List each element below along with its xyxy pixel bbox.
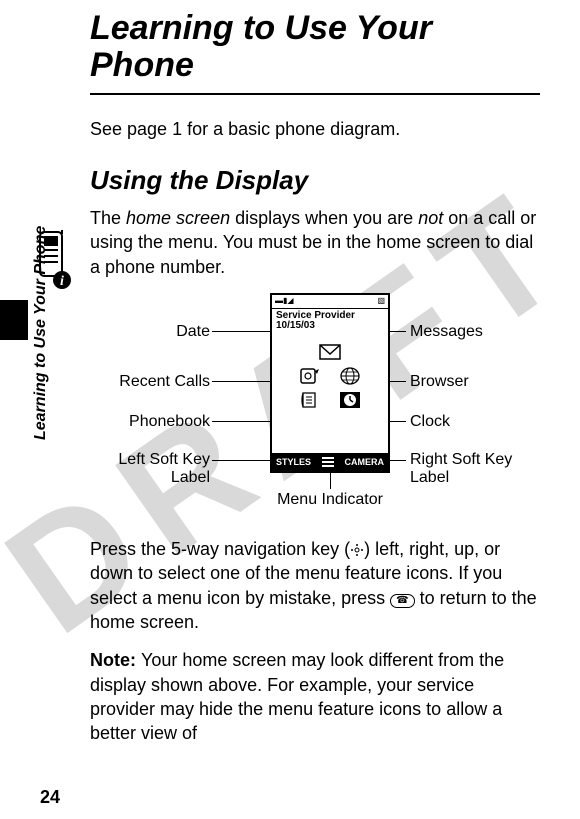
right-softkey-label: CAMERA — [344, 456, 384, 468]
phone-screen: ▬▮◢ ▧ Service Provider 10/15/03 — [270, 293, 390, 473]
title-rule — [90, 93, 540, 95]
note-label: Note: — [90, 650, 141, 670]
paragraph-home-screen: The home screen displays when you are no… — [90, 206, 540, 279]
battery-icon: ▧ — [377, 296, 385, 307]
paragraph-navigation: Press the 5-way navigation key () left, … — [90, 537, 540, 634]
end-key-icon: ☎ — [390, 594, 414, 608]
callout-date: Date — [130, 323, 210, 341]
nav-key-icon — [350, 539, 364, 559]
text-fragment: Label — [410, 469, 449, 486]
left-softkey-label: STYLES — [276, 456, 311, 468]
icon-row-messages — [272, 343, 388, 361]
chapter-title: Learning to Use Your Phone — [90, 10, 540, 85]
status-bar: ▬▮◢ ▧ — [272, 295, 388, 309]
text-fragment: Press the 5-way navigation key ( — [90, 539, 350, 559]
phonebook-icon — [299, 391, 321, 409]
callout-menu-indicator: Menu Indicator — [270, 491, 390, 509]
menu-indicator-icon — [322, 457, 334, 467]
page-number: 24 — [40, 785, 60, 809]
callout-recent-calls: Recent Calls — [90, 373, 210, 391]
callout-messages: Messages — [410, 323, 483, 341]
section-title: Using the Display — [90, 163, 540, 198]
note-body: Your home screen may look different from… — [90, 650, 504, 743]
callout-browser: Browser — [410, 373, 469, 391]
callout-left-softkey: Left Soft Key Label — [90, 451, 210, 486]
lead-line — [212, 331, 270, 332]
screen-date: 10/15/03 — [272, 321, 388, 333]
home-screen-diagram: Date Recent Calls Phonebook Left Soft Ke… — [90, 293, 550, 523]
text-fragment: Left Soft Key — [118, 451, 210, 468]
text-fragment: The — [90, 208, 126, 228]
intro-text: See page 1 for a basic phone diagram. — [90, 117, 540, 141]
icon-row-bottom — [272, 391, 388, 409]
lead-line — [212, 460, 270, 461]
text-fragment: Right Soft Key — [410, 451, 512, 468]
icon-row-middle — [272, 367, 388, 385]
lead-line — [390, 460, 406, 461]
text-fragment: displays when you are — [230, 208, 418, 228]
clock-icon — [339, 391, 361, 409]
browser-icon — [339, 367, 361, 385]
callout-right-softkey: Right Soft Key Label — [410, 451, 512, 486]
lead-line — [330, 473, 331, 489]
callout-clock: Clock — [410, 413, 450, 431]
messages-icon — [319, 343, 341, 361]
paragraph-note: Note: Your home screen may look differen… — [90, 648, 540, 745]
text-fragment: Label — [171, 469, 210, 486]
emphasis-home-screen: home screen — [126, 208, 230, 228]
recent-calls-icon — [299, 367, 321, 385]
callout-phonebook: Phonebook — [90, 413, 210, 431]
emphasis-not: not — [418, 208, 443, 228]
softkey-bar: STYLES CAMERA — [272, 453, 388, 471]
signal-icon: ▬▮◢ — [275, 296, 294, 307]
